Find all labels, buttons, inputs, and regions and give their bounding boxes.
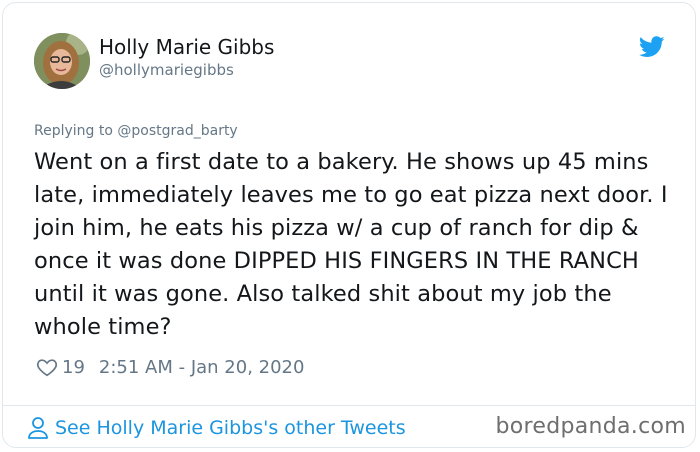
see-other-tweets-link[interactable]: See Holly Marie Gibbs's other Tweets [27, 416, 406, 440]
like-count[interactable]: 19 [62, 357, 85, 378]
author-handle[interactable]: @hollymariegibbs [99, 61, 234, 79]
heart-icon[interactable] [36, 356, 58, 378]
author-name[interactable]: Holly Marie Gibbs [99, 35, 274, 59]
tweet-card: Holly Marie Gibbs @hollymariegibbs Reply… [2, 2, 696, 448]
watermark: boredpanda.com [495, 414, 686, 439]
tweet-timestamp[interactable]: 2:51 AM - Jan 20, 2020 [99, 357, 305, 378]
see-other-tweets-label[interactable]: See Holly Marie Gibbs's other Tweets [55, 417, 406, 439]
twitter-bird-icon[interactable] [639, 36, 665, 58]
footer-divider [3, 405, 695, 406]
person-icon [28, 417, 48, 439]
replying-to-line[interactable]: Replying to @postgrad_barty [34, 123, 238, 139]
tweet-meta: 19 2:51 AM - Jan 20, 2020 [36, 354, 304, 380]
tweet-text: Went on a first date to a bakery. He sho… [34, 149, 668, 340]
avatar[interactable] [34, 33, 90, 89]
avatar-photo-icon [34, 33, 90, 89]
